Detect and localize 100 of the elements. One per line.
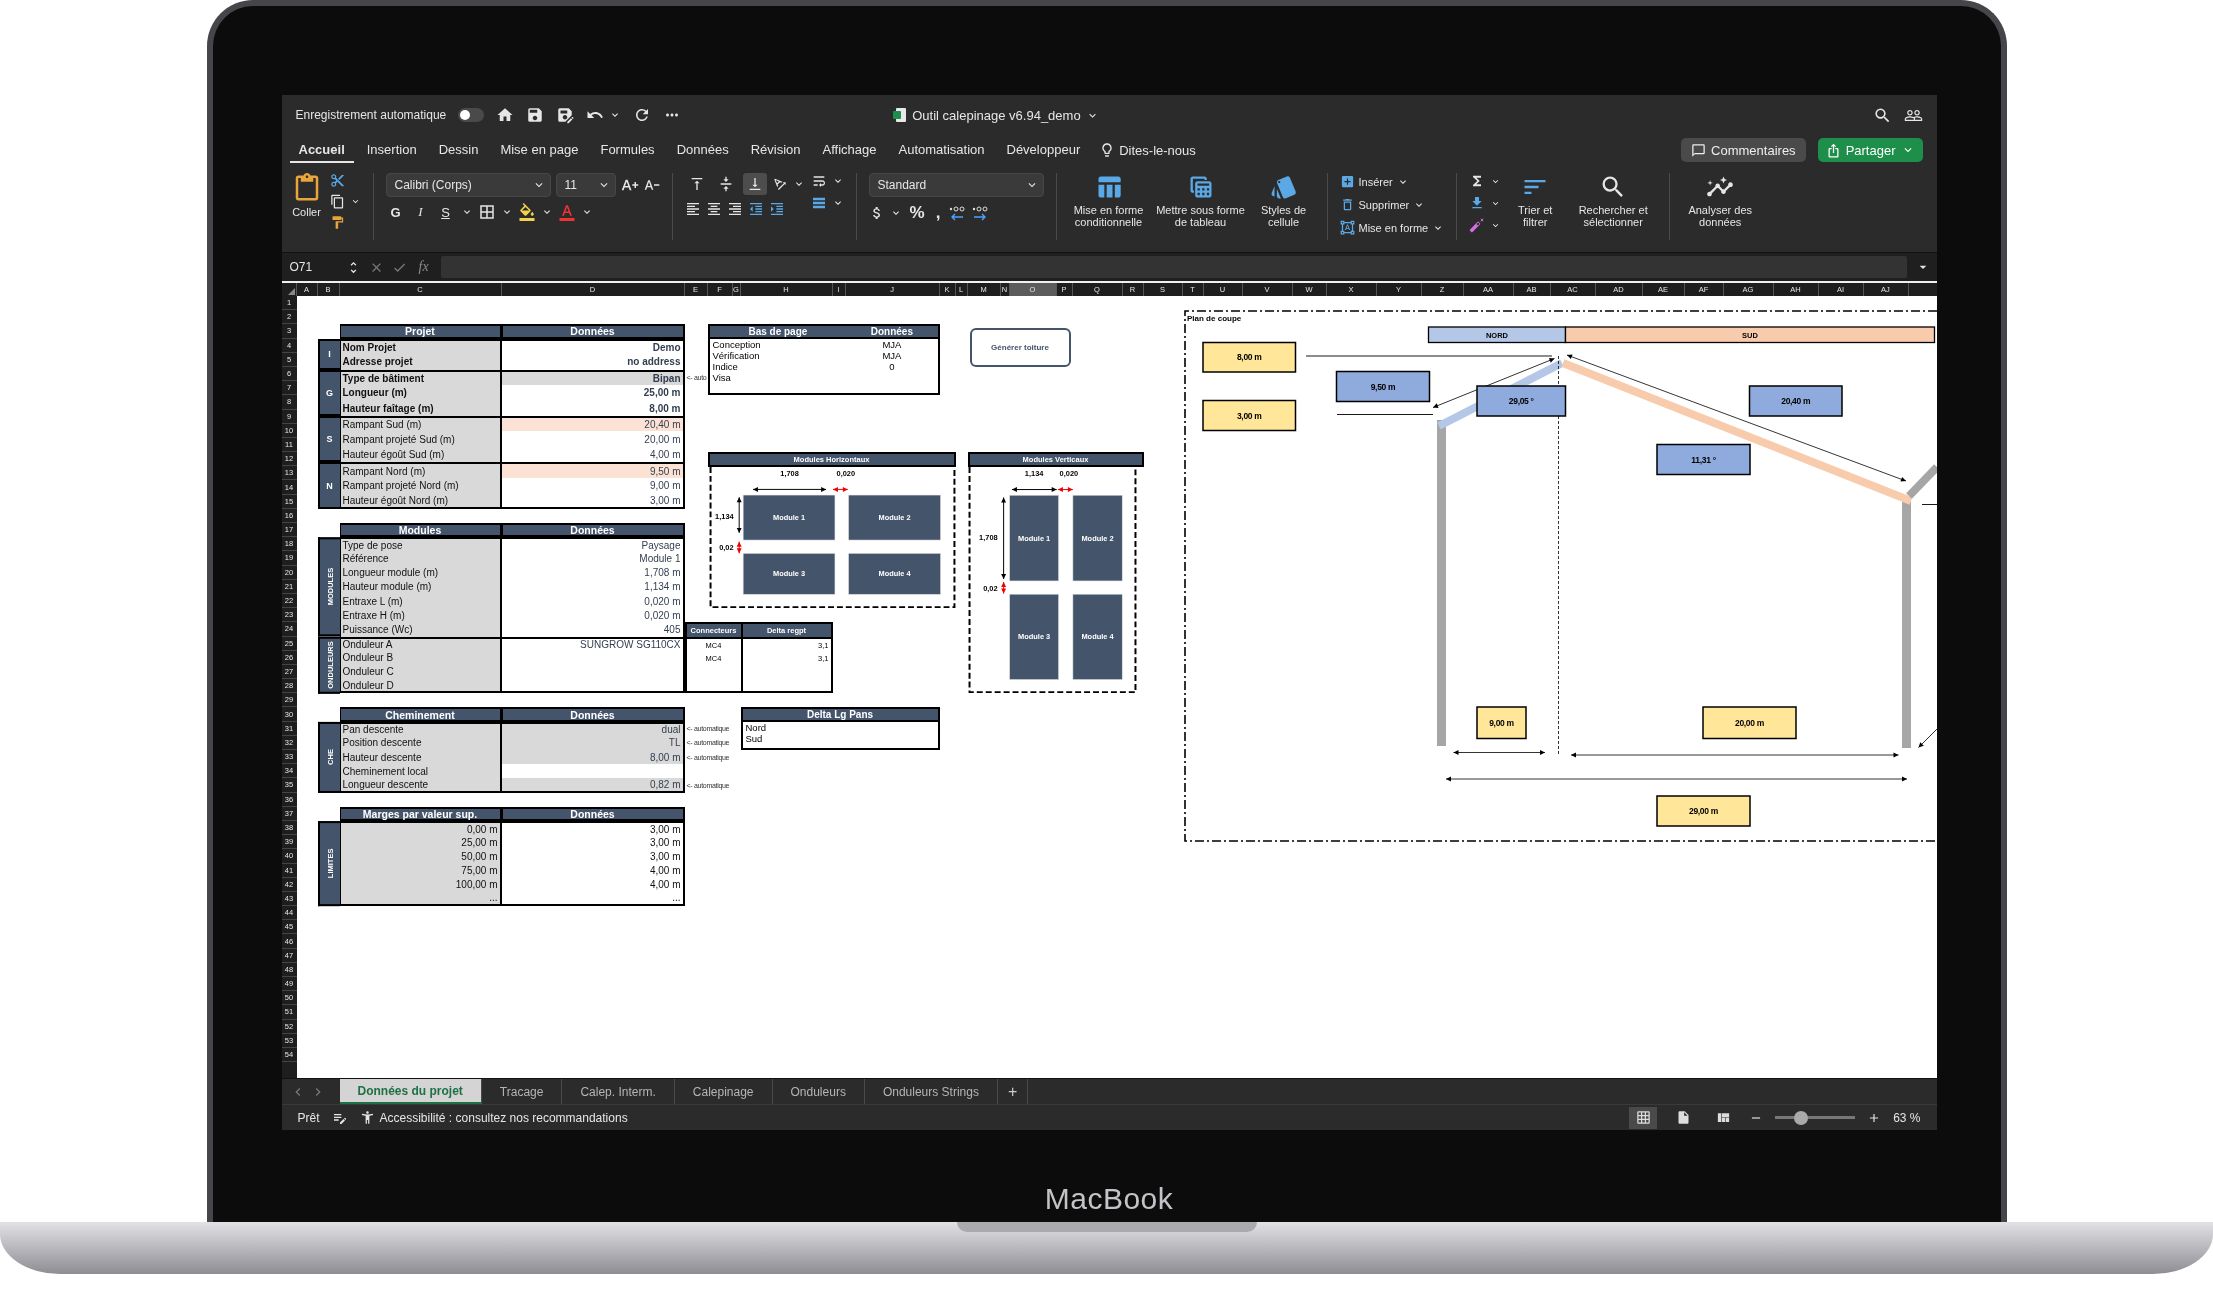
decimal-decrease-icon[interactable] xyxy=(971,205,990,221)
comment-icon xyxy=(1691,142,1707,158)
find-select-button[interactable]: Rechercher et sélectionner xyxy=(1569,173,1658,228)
ribbon-tab[interactable]: Insertion xyxy=(357,137,426,163)
align-center-icon[interactable] xyxy=(705,201,722,217)
decimal-increase-icon[interactable] xyxy=(948,205,967,221)
italic-button[interactable]: I xyxy=(410,204,431,220)
align-left-icon[interactable] xyxy=(684,201,701,217)
table-header-cell: Données xyxy=(501,707,685,722)
fill-color-icon[interactable] xyxy=(517,203,536,221)
autosave-label: Enregistrement automatique xyxy=(295,108,447,122)
indent-increase-icon[interactable] xyxy=(768,201,785,217)
ribbon-tab[interactable]: Dessin xyxy=(429,137,488,163)
row-label: Longueur (m) xyxy=(339,385,502,401)
row-label: Conception xyxy=(711,338,762,350)
copy-icon[interactable] xyxy=(329,194,345,209)
view-icon xyxy=(1635,1110,1651,1125)
row-label: Entraxe H (m) xyxy=(339,608,502,623)
cells-command-button[interactable]: Supprimer xyxy=(1339,196,1445,213)
vertical-align-button[interactable] xyxy=(742,173,767,195)
row-label: Type de pose xyxy=(339,537,502,552)
ribbon-tab[interactable]: Accueil xyxy=(289,137,354,163)
row-label: 50,00 m xyxy=(339,849,502,864)
gap-arrow xyxy=(1056,487,1073,493)
comma-style-button[interactable]: , xyxy=(932,203,944,223)
row-label: Puissance (Wc) xyxy=(339,622,502,637)
cell-value: 0,82 m xyxy=(501,778,685,793)
section-label: N xyxy=(317,462,340,509)
underline-button[interactable]: S xyxy=(435,204,456,220)
sort-filter-button[interactable]: Trier et filtrer xyxy=(1507,173,1564,228)
dimension-label: 3,00 m xyxy=(1201,399,1296,432)
dimension-label: 20,00 m xyxy=(1701,706,1797,740)
table-header-cell: Modules xyxy=(339,523,502,538)
row-label: Hauteur égoût Nord (m) xyxy=(339,493,502,509)
generate-roof-button[interactable]: Générer toiture xyxy=(969,328,1071,367)
table-header-cell-text: Données xyxy=(869,326,914,338)
dimension-arrow xyxy=(736,496,742,534)
save-as-icon[interactable] xyxy=(556,106,575,124)
row-label: Adresse projet xyxy=(339,354,502,370)
name-box[interactable]: O71 xyxy=(287,257,338,277)
comments-button[interactable]: Commentaires xyxy=(1681,138,1806,162)
ribbon-tab[interactable]: Révision xyxy=(741,137,810,163)
bold-button[interactable]: G xyxy=(385,204,406,220)
cell-style-button[interactable]: Styles de cellule xyxy=(1252,173,1315,228)
percent-button[interactable]: % xyxy=(906,203,928,223)
scissors-icon[interactable] xyxy=(329,173,345,188)
ribbon-tab[interactable]: Développeur xyxy=(997,137,1090,163)
dimension-label: 8,00 m xyxy=(1201,341,1296,373)
cells-command-button[interactable]: Insérer xyxy=(1339,173,1445,190)
row-label: Nord xyxy=(744,721,768,733)
ribbon-tab[interactable]: Formules xyxy=(591,137,664,163)
dimension-arrow xyxy=(1010,487,1057,493)
row-label: 25,00 m xyxy=(339,835,502,850)
cell-style-button[interactable]: Mettre sous forme de tableau xyxy=(1154,173,1247,228)
accessibility-status[interactable]: Accessibilité : consultez nos recommandations xyxy=(379,1110,628,1125)
row-label: Rampant Nord (m) xyxy=(339,462,502,478)
analyze-data-button[interactable]: Analyser des données xyxy=(1682,173,1759,228)
cells-command-button[interactable]: Mise en forme xyxy=(1339,219,1445,236)
autosave-toggle[interactable] xyxy=(458,108,485,122)
indent-decrease-icon[interactable] xyxy=(747,201,764,217)
spreadsheet-file-icon xyxy=(893,107,908,123)
gap-arrow xyxy=(736,541,742,554)
font-name-field[interactable]: Calibri (Corps) xyxy=(385,173,551,197)
ribbon-tab[interactable]: Affichage xyxy=(813,137,886,163)
row-label: Visa xyxy=(711,372,732,384)
decrease-font-icon[interactable] xyxy=(643,177,660,193)
align-right-icon[interactable] xyxy=(726,201,743,217)
number-format-field[interactable]: Standard xyxy=(868,173,1044,197)
paste-button[interactable]: Coller xyxy=(289,173,324,218)
save-icon[interactable] xyxy=(526,106,545,124)
ribbon-tab[interactable]: Mise en page xyxy=(491,137,588,163)
tell-me-button[interactable]: Dites-le-nous xyxy=(1093,138,1202,162)
home-icon[interactable] xyxy=(496,106,515,124)
table-header-cell: Marges par valeur sup. xyxy=(339,806,502,821)
table-header-cell: Données xyxy=(501,324,685,339)
slider-thumb[interactable] xyxy=(1793,1110,1808,1125)
insert-function-button[interactable]: fx xyxy=(414,259,433,275)
table-header-cell-text: Bas de page xyxy=(747,326,809,338)
row-label: Indice xyxy=(711,361,739,373)
borders-icon[interactable] xyxy=(477,203,496,221)
font-size-field[interactable]: 11 xyxy=(555,173,616,197)
cell-value: MJA xyxy=(881,338,903,350)
gap-arrow xyxy=(832,486,848,492)
row-label: Vérification xyxy=(711,349,761,361)
cell-value: Paysage xyxy=(501,537,685,552)
ribbon-tab[interactable]: Automatisation xyxy=(889,137,994,163)
text-orientation-icon[interactable] xyxy=(771,176,788,192)
share-button[interactable]: Partager xyxy=(1817,138,1923,162)
font-color-icon[interactable] xyxy=(557,203,576,221)
cell-value: 8,00 m xyxy=(501,750,685,765)
view-icon xyxy=(1715,1110,1731,1125)
table-header-cell: Données xyxy=(501,806,685,821)
cell-value: 9,50 m xyxy=(501,462,685,478)
ribbon-tab[interactable]: Données xyxy=(667,137,738,163)
cell-value: 0 xyxy=(888,361,896,373)
sheet-tab[interactable]: Données du projet xyxy=(339,1079,482,1104)
cell-value: 3,00 m xyxy=(501,493,685,509)
cell-style-button[interactable]: Mise en forme conditionnelle xyxy=(1068,173,1149,228)
view-button[interactable] xyxy=(1629,1106,1658,1129)
search-icon[interactable] xyxy=(1872,105,1892,125)
